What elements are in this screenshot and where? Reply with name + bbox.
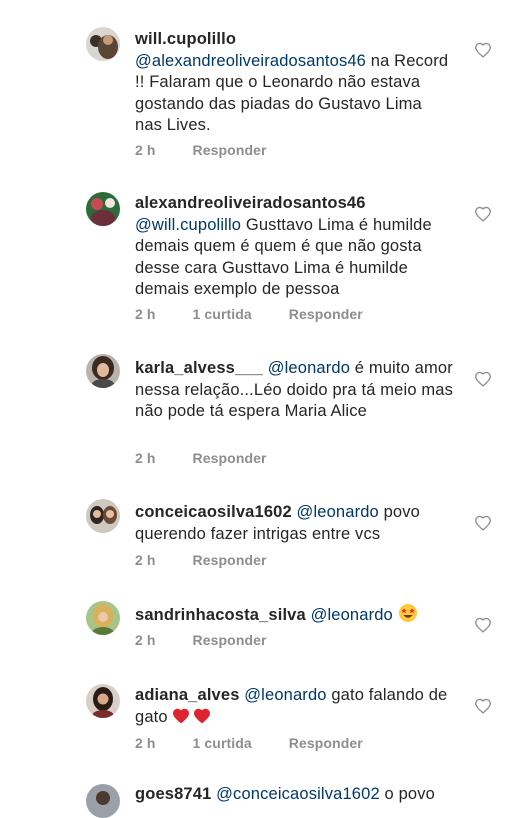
comment-username[interactable]: karla_alvess___ (135, 359, 263, 377)
comment-username[interactable]: conceicaosilva1602 (135, 503, 292, 521)
reply-button[interactable]: Responder (193, 450, 267, 466)
comment-username[interactable]: alexandreoliveiradosantos46 (135, 194, 366, 212)
avatar[interactable] (86, 354, 120, 388)
heart-outline-icon[interactable] (474, 206, 492, 222)
comment-mention[interactable]: @leonardo (297, 503, 379, 521)
heart-outline-icon[interactable] (474, 698, 492, 714)
avatar[interactable] (86, 684, 120, 718)
avatar[interactable] (86, 499, 120, 533)
avatar[interactable] (86, 784, 120, 818)
reply-button[interactable]: Responder (289, 735, 363, 751)
comment-likes[interactable]: 1 curtida (193, 306, 252, 322)
comment-time: 2 h (135, 735, 156, 751)
comment-time: 2 h (135, 552, 156, 568)
two-red-hearts-emoji (173, 708, 211, 723)
comment-mention[interactable]: @leonardo (268, 359, 350, 377)
reply-button[interactable]: Responder (193, 142, 267, 158)
comment-mention[interactable]: @will.cupolillo (135, 216, 241, 234)
avatar[interactable] (86, 27, 120, 61)
heart-outline-icon[interactable] (474, 617, 492, 633)
comment-text: o povo (384, 785, 435, 803)
comment-mention[interactable]: @alexandreoliveiradosantos46 (135, 52, 366, 70)
comment-time: 2 h (135, 142, 156, 158)
comment-username[interactable]: goes8741 (135, 785, 211, 803)
star-struck-emoji (398, 604, 417, 622)
avatar[interactable] (86, 601, 120, 635)
heart-outline-icon[interactable] (474, 515, 492, 531)
avatar[interactable] (86, 192, 120, 226)
comment-mention[interactable]: @leonardo (311, 606, 393, 624)
comment-mention[interactable]: @leonardo (244, 686, 326, 704)
heart-outline-icon[interactable] (474, 42, 492, 58)
comment-time: 2 h (135, 306, 156, 322)
comment-mention[interactable]: @conceicaosilva1602 (216, 785, 380, 803)
comment-username[interactable]: adiana_alves (135, 686, 240, 704)
comment-username[interactable]: will.cupolillo (135, 30, 236, 48)
reply-button[interactable]: Responder (289, 306, 363, 322)
reply-button[interactable]: Responder (193, 632, 267, 648)
comment-time: 2 h (135, 450, 156, 466)
comment-time: 2 h (135, 632, 156, 648)
comment-likes[interactable]: 1 curtida (193, 735, 252, 751)
comment-username[interactable]: sandrinhacosta_silva (135, 606, 306, 624)
heart-outline-icon[interactable] (474, 371, 492, 387)
reply-button[interactable]: Responder (193, 552, 267, 568)
